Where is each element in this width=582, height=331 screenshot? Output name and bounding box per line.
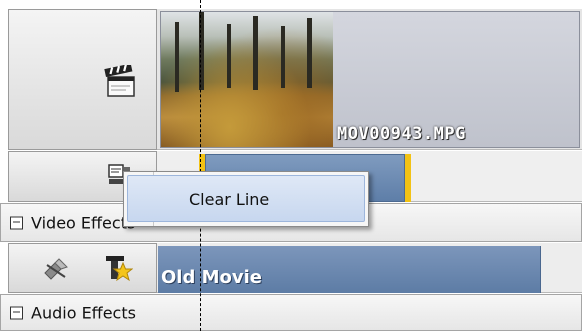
collapse-icon[interactable] [10, 306, 23, 319]
effect-track-header[interactable] [8, 243, 157, 293]
video-clip[interactable]: MOV00943.MPG [160, 11, 580, 148]
effect-remove-icon[interactable] [41, 257, 71, 281]
clapperboard-icon [104, 65, 135, 97]
audio-effects-row[interactable]: Audio Effects [0, 294, 582, 331]
effect-clip[interactable]: Old Movie [158, 246, 541, 293]
menu-item-clear-line[interactable]: Clear Line [127, 175, 365, 222]
collapse-icon[interactable] [10, 216, 23, 229]
video-effects-label: Video Effects [31, 213, 136, 232]
video-track-header[interactable] [8, 9, 157, 150]
clip-filename: MOV00943.MPG [337, 124, 466, 144]
effect-name: Old Movie [161, 267, 263, 288]
audio-clip-end-marker[interactable] [405, 154, 411, 202]
context-menu: Clear Line [123, 171, 369, 227]
playhead-line[interactable] [200, 0, 201, 331]
menu-item-label: Clear Line [189, 190, 270, 209]
effect-star-icon[interactable] [103, 254, 133, 282]
audio-effects-label: Audio Effects [31, 303, 136, 322]
clip-thumbnail [161, 12, 333, 147]
